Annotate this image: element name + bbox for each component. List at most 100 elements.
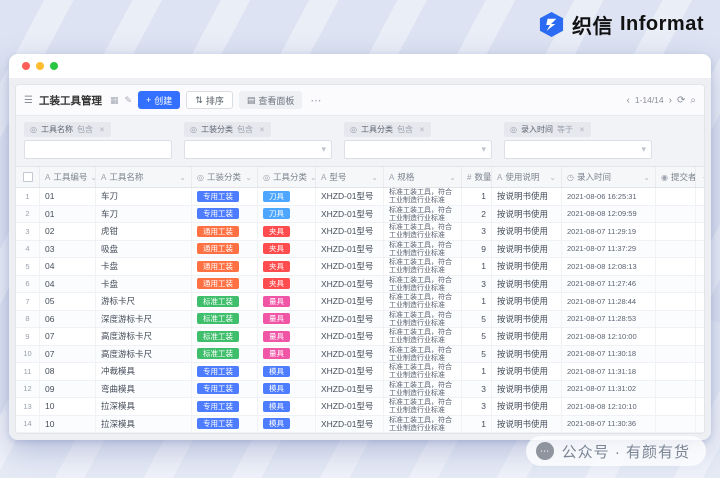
cell-code[interactable]: 02 [40, 223, 96, 240]
filter-input[interactable]: ▾ [504, 140, 652, 159]
cell-model[interactable]: XHZD-01型号 [316, 363, 384, 380]
cell-cat2[interactable]: 量具 [258, 345, 316, 362]
cell-spec[interactable]: 标准工装工具，符合工业制造行业标准 [384, 205, 462, 222]
cell-time[interactable]: 2021-08-07 11:28:44 [562, 293, 656, 310]
cell-submitter[interactable] [656, 345, 696, 362]
row-number-cell[interactable]: 6 [16, 275, 40, 292]
prev-page-icon[interactable]: ‹ [626, 95, 629, 106]
column-menu-icon[interactable]: ⌄ [449, 173, 456, 182]
cell-submitter[interactable] [656, 275, 696, 292]
cell-submitter[interactable] [656, 310, 696, 327]
row-number-cell[interactable]: 9 [16, 328, 40, 345]
cell-model[interactable]: XHZD-01型号 [316, 398, 384, 415]
column-header-cat2[interactable]: ◎工具分类⌄ [258, 167, 316, 187]
column-header-qty[interactable]: #数量⌄ [462, 167, 492, 187]
cell-qty[interactable]: 1 [462, 258, 492, 275]
cell-model[interactable]: XHZD-01型号 [316, 258, 384, 275]
cell-submitter[interactable] [656, 258, 696, 275]
row-number-cell[interactable]: 4 [16, 240, 40, 257]
cell-usage[interactable]: 按说明书使用 [492, 415, 562, 432]
cell-spec[interactable]: 标准工装工具，符合工业制造行业标准 [384, 363, 462, 380]
cell-time[interactable]: 2021-08-08 12:09:59 [562, 205, 656, 222]
cell-cat2[interactable]: 夹具 [258, 275, 316, 292]
cell-code[interactable]: 04 [40, 275, 96, 292]
grid-view-icon[interactable]: ▦ [110, 95, 119, 106]
cell-name[interactable]: 拉深模具 [96, 415, 192, 432]
cell-model[interactable]: XHZD-01型号 [316, 240, 384, 257]
cell-code[interactable]: 01 [40, 205, 96, 222]
panel-button[interactable]: ▤ 查看面板 [238, 91, 303, 109]
filter-input[interactable] [24, 140, 172, 159]
cell-cat2[interactable]: 模具 [258, 415, 316, 432]
cell-name[interactable]: 高度游标卡尺 [96, 345, 192, 362]
column-header-submitter[interactable]: ◉提交者⌄ [656, 167, 696, 187]
cell-model[interactable]: XHZD-01型号 [316, 328, 384, 345]
filter-input[interactable]: ▾ [184, 140, 332, 159]
cell-submitter[interactable] [656, 380, 696, 397]
remove-filter-icon[interactable]: ✕ [419, 126, 425, 134]
remove-filter-icon[interactable]: ✕ [259, 126, 265, 134]
cell-cat1[interactable]: 专用工装 [192, 415, 258, 432]
column-header-cat1[interactable]: ◎ 工装分类 ⌄ [192, 167, 258, 187]
cell-time[interactable]: 2021-08-07 11:37:29 [562, 240, 656, 257]
cell-usage[interactable]: 按说明书使用 [492, 398, 562, 415]
cell-cat1[interactable]: 通用工装 [192, 223, 258, 240]
cell-spec[interactable]: 标准工装工具，符合工业制造行业标准 [384, 345, 462, 362]
column-menu-icon[interactable]: ⌄ [245, 173, 252, 182]
cell-usage[interactable]: 按说明书使用 [492, 258, 562, 275]
cell-code[interactable]: 07 [40, 345, 96, 362]
cell-submitter[interactable] [656, 363, 696, 380]
cell-name[interactable]: 车刀 [96, 205, 192, 222]
filter-input[interactable]: ▾ [344, 140, 492, 159]
close-window-button[interactable] [22, 62, 30, 70]
cell-time[interactable]: 2021-08-07 11:30:36 [562, 415, 656, 432]
cell-qty[interactable]: 1 [462, 363, 492, 380]
cell-submitter[interactable] [656, 398, 696, 415]
cell-spec[interactable]: 标准工装工具，符合工业制造行业标准 [384, 240, 462, 257]
row-number-cell[interactable]: 12 [16, 380, 40, 397]
cell-code[interactable]: 07 [40, 328, 96, 345]
cell-qty[interactable]: 5 [462, 328, 492, 345]
row-number-cell[interactable]: 3 [16, 223, 40, 240]
cell-usage[interactable]: 按说明书使用 [492, 345, 562, 362]
cell-name[interactable]: 虎钳 [96, 223, 192, 240]
column-header-time[interactable]: ◷ 录入时间 ⌄ [562, 167, 656, 187]
cell-code[interactable]: 10 [40, 415, 96, 432]
cell-name[interactable]: 卡盘 [96, 258, 192, 275]
cell-cat2[interactable]: 夹具 [258, 223, 316, 240]
cell-spec[interactable]: 标准工装工具，符合工业制造行业标准 [384, 398, 462, 415]
cell-usage[interactable]: 按说明书使用 [492, 293, 562, 310]
cell-usage[interactable]: 按说明书使用 [492, 205, 562, 222]
cell-cat2[interactable]: 刀具 [258, 188, 316, 205]
column-menu-icon[interactable]: ⌄ [549, 173, 556, 182]
cell-cat2[interactable]: 刀具 [258, 205, 316, 222]
cell-submitter[interactable] [656, 328, 696, 345]
row-number-cell[interactable]: 11 [16, 363, 40, 380]
cell-usage[interactable]: 按说明书使用 [492, 223, 562, 240]
row-number-cell[interactable]: 8 [16, 310, 40, 327]
column-header-spec[interactable]: A 规格 ⌄ [384, 167, 462, 187]
select-all-checkbox[interactable] [22, 172, 33, 182]
column-header-code[interactable]: A工具编号⌄ [40, 167, 96, 187]
cell-qty[interactable]: 5 [462, 345, 492, 362]
search-icon[interactable]: ⌕ [690, 95, 696, 106]
cell-cat2[interactable]: 模具 [258, 380, 316, 397]
column-menu-icon[interactable]: ⌄ [643, 173, 650, 182]
cell-spec[interactable]: 标准工装工具，符合工业制造行业标准 [384, 293, 462, 310]
cell-qty[interactable]: 1 [462, 293, 492, 310]
cell-usage[interactable]: 按说明书使用 [492, 328, 562, 345]
row-number-cell[interactable]: 13 [16, 398, 40, 415]
cell-qty[interactable]: 1 [462, 188, 492, 205]
cell-cat1[interactable]: 专用工装 [192, 398, 258, 415]
cell-usage[interactable]: 按说明书使用 [492, 188, 562, 205]
cell-qty[interactable]: 3 [462, 275, 492, 292]
cell-time[interactable]: 2021-08-07 11:31:18 [562, 363, 656, 380]
remove-filter-icon[interactable]: ✕ [99, 126, 105, 134]
cell-model[interactable]: XHZD-01型号 [316, 188, 384, 205]
cell-model[interactable]: XHZD-01型号 [316, 310, 384, 327]
cell-cat1[interactable]: 专用工装 [192, 205, 258, 222]
cell-name[interactable]: 冲裁模具 [96, 363, 192, 380]
select-all-header[interactable] [16, 167, 40, 187]
cell-qty[interactable]: 2 [462, 205, 492, 222]
cell-cat1[interactable]: 标准工装 [192, 345, 258, 362]
